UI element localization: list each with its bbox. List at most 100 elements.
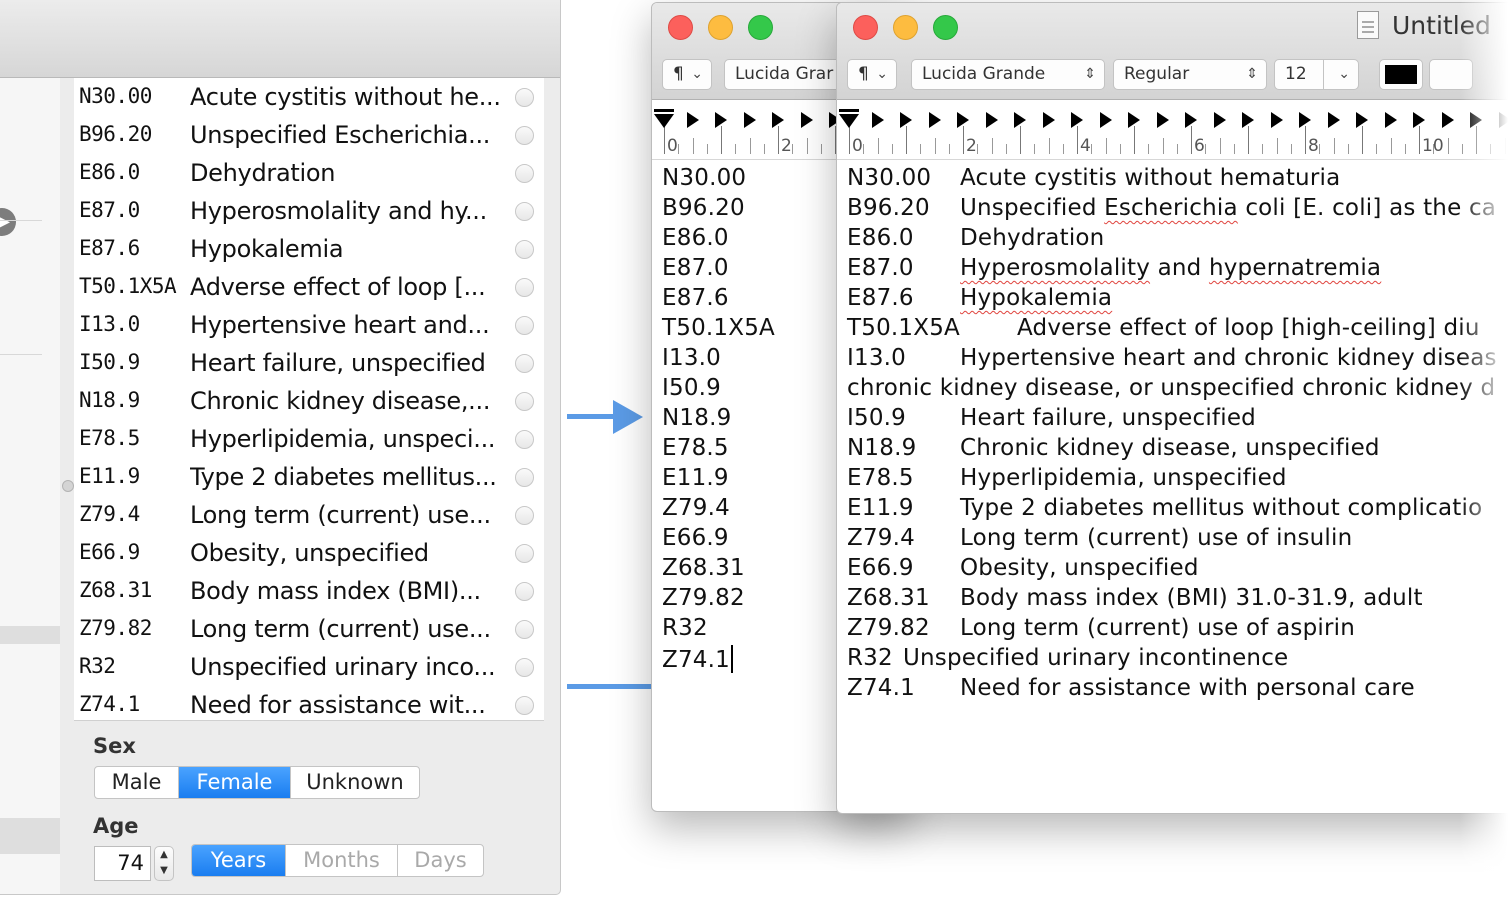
select-radio[interactable] <box>515 582 534 601</box>
ruler-tick <box>963 126 964 154</box>
select-radio[interactable] <box>515 544 534 563</box>
line-description: Heart failure, unspecified <box>960 405 1256 431</box>
select-radio[interactable] <box>515 278 534 297</box>
code-row[interactable]: Z79.82 Long term (current) use... <box>74 610 544 648</box>
select-radio[interactable] <box>515 126 534 145</box>
font-style-popup[interactable]: Regular ⇕ <box>1113 59 1267 90</box>
sex-option-unknown[interactable]: Unknown <box>291 767 419 798</box>
select-radio[interactable] <box>515 354 534 373</box>
sex-option-female[interactable]: Female <box>179 767 291 798</box>
ruler-tick <box>820 144 822 154</box>
tab-stop-marker[interactable] <box>1071 112 1083 128</box>
sex-label: Sex <box>93 734 136 758</box>
code-row[interactable]: R32 Unspecified urinary inco... <box>74 648 544 686</box>
close-button[interactable] <box>853 15 878 40</box>
tab-stop-marker[interactable] <box>1156 112 1169 128</box>
code-row[interactable]: I13.0 Hypertensive heart and... <box>74 306 544 344</box>
tab-stop-marker[interactable] <box>715 112 727 128</box>
tab-stop-marker[interactable] <box>1270 112 1283 128</box>
background-color-well[interactable] <box>1429 59 1473 90</box>
age-unit-days[interactable]: Days <box>398 845 483 876</box>
zoom-button[interactable] <box>748 15 773 40</box>
indent-marker[interactable] <box>839 109 859 131</box>
select-radio[interactable] <box>515 620 534 639</box>
text-caret <box>730 645 733 673</box>
zoom-button[interactable] <box>933 15 958 40</box>
tab-stop-marker[interactable] <box>686 112 699 128</box>
tab-stop-marker[interactable] <box>1213 112 1226 128</box>
ruler-tick <box>778 126 779 154</box>
line-description: chronic kidney disease, or unspecified c… <box>847 375 1496 401</box>
tab-stop-marker[interactable] <box>743 112 756 128</box>
indent-marker[interactable] <box>654 109 674 131</box>
tab-stop-marker[interactable] <box>772 112 784 128</box>
line-code: Z79.82 <box>662 585 745 611</box>
tab-stop-marker[interactable] <box>871 112 884 128</box>
sex-option-male[interactable]: Male <box>95 767 179 798</box>
tab-stop-marker[interactable] <box>1042 112 1055 128</box>
code-row[interactable]: E87.0 Hyperosmolality and hy... <box>74 192 544 230</box>
tab-stop-marker[interactable] <box>1327 112 1340 128</box>
age-unit-years[interactable]: Years <box>192 845 286 876</box>
tab-stop-marker[interactable] <box>1441 112 1454 128</box>
play-circle-icon[interactable]: ▶ <box>0 208 16 236</box>
code-row[interactable]: N30.00 Acute cystitis without he... <box>74 78 544 116</box>
tab-stop-marker[interactable] <box>1498 112 1508 128</box>
select-radio[interactable] <box>515 316 534 335</box>
tab-stop-marker[interactable] <box>957 112 969 128</box>
tab-stop-marker[interactable] <box>1413 112 1425 128</box>
code-row[interactable]: E87.6 Hypokalemia <box>74 230 544 268</box>
text-color-well[interactable] <box>1379 59 1423 90</box>
paragraph-menu-icon[interactable]: ¶ ⌄ <box>847 59 897 90</box>
code-row[interactable]: T50.1X5A Adverse effect of loop [... <box>74 268 544 306</box>
code-row[interactable]: N18.9 Chronic kidney disease,... <box>74 382 544 420</box>
chevron-down-icon[interactable]: ⌄ <box>1323 59 1359 90</box>
ruler-tick <box>877 138 879 154</box>
tab-stop-marker[interactable] <box>1128 112 1140 128</box>
tab-stop-marker[interactable] <box>1185 112 1197 128</box>
code-row[interactable]: E66.9 Obesity, unspecified <box>74 534 544 572</box>
code-row[interactable]: I50.9 Heart failure, unspecified <box>74 344 544 382</box>
line-code: E87.0 <box>847 255 914 281</box>
font-size-field[interactable]: 12 <box>1274 59 1324 90</box>
code-row[interactable]: Z74.1 Need for assistance wit... <box>74 686 544 724</box>
select-radio[interactable] <box>515 658 534 677</box>
age-input[interactable]: 74 <box>94 846 151 881</box>
select-radio[interactable] <box>515 240 534 259</box>
select-radio[interactable] <box>515 468 534 487</box>
ruler-tick <box>763 144 765 154</box>
tab-stop-marker[interactable] <box>1356 112 1368 128</box>
code-row[interactable]: E78.5 Hyperlipidemia, unspeci... <box>74 420 544 458</box>
tab-stop-marker[interactable] <box>1242 112 1254 128</box>
select-radio[interactable] <box>515 506 534 525</box>
tab-stop-marker[interactable] <box>1299 112 1311 128</box>
tab-stop-marker[interactable] <box>1014 112 1026 128</box>
font-family-popup[interactable]: Lucida Grande ⇕ <box>911 59 1105 90</box>
tab-stop-marker[interactable] <box>800 112 813 128</box>
code-row[interactable]: B96.20 Unspecified Escherichia... <box>74 116 544 154</box>
tab-stop-marker[interactable] <box>1470 112 1482 128</box>
minimize-button[interactable] <box>893 15 918 40</box>
tab-stop-marker[interactable] <box>1099 112 1112 128</box>
code-id: E87.0 <box>79 198 140 222</box>
select-radio[interactable] <box>515 164 534 183</box>
select-radio[interactable] <box>515 392 534 411</box>
age-unit-months[interactable]: Months <box>286 845 398 876</box>
up-down-stepper-icon[interactable]: ▲ ▼ <box>154 846 174 881</box>
select-radio[interactable] <box>515 696 534 715</box>
tab-stop-marker[interactable] <box>928 112 941 128</box>
close-button[interactable] <box>668 15 693 40</box>
select-radio[interactable] <box>515 202 534 221</box>
code-row[interactable]: E86.0 Dehydration <box>74 154 544 192</box>
select-radio[interactable] <box>515 88 534 107</box>
code-row[interactable]: E11.9 Type 2 diabetes mellitus... <box>74 458 544 496</box>
minimize-button[interactable] <box>708 15 733 40</box>
tab-stop-marker[interactable] <box>900 112 912 128</box>
select-radio[interactable] <box>515 430 534 449</box>
split-view-handle[interactable] <box>62 480 74 492</box>
code-row[interactable]: Z68.31 Body mass index (BMI)... <box>74 572 544 610</box>
tab-stop-marker[interactable] <box>985 112 998 128</box>
code-row[interactable]: Z79.4 Long term (current) use... <box>74 496 544 534</box>
paragraph-menu-icon[interactable]: ¶ ⌄ <box>662 59 712 90</box>
tab-stop-marker[interactable] <box>1384 112 1397 128</box>
